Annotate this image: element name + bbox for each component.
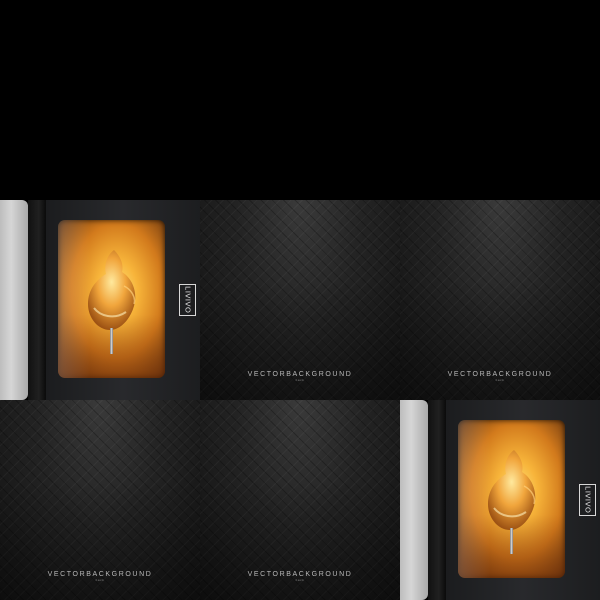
watermark: VECTORBACKGROUND back <box>200 571 400 582</box>
vector-background-tile: VECTORBACKGROUND back <box>200 400 400 600</box>
watermark-subtext: back <box>495 378 505 382</box>
vector-background-tile: VECTORBACKGROUND back <box>200 200 400 400</box>
rotisserie-chicken-icon <box>488 450 536 530</box>
oven-steel-panel <box>0 200 28 400</box>
oven-tile: LIVIVO <box>400 400 600 600</box>
rotisserie-spit <box>510 528 513 554</box>
watermark-subtext: back <box>295 378 305 382</box>
brand-logo: LIVIVO <box>179 284 196 316</box>
brand-logo: LIVIVO <box>579 484 596 516</box>
vector-background-tile: VECTORBACKGROUND back <box>0 400 200 600</box>
oven-door-gap <box>428 400 446 600</box>
watermark-subtext: back <box>95 578 105 582</box>
watermark: VECTORBACKGROUND back <box>0 571 200 582</box>
watermark-text: VECTORBACKGROUND <box>447 371 553 378</box>
watermark: VECTORBACKGROUND back <box>400 371 600 382</box>
oven-tile: LIVIVO <box>0 200 200 400</box>
rotisserie-spit <box>110 328 113 354</box>
watermark-text: VECTORBACKGROUND <box>247 371 353 378</box>
vector-background-tile: VECTORBACKGROUND back <box>400 200 600 400</box>
watermark: VECTORBACKGROUND back <box>200 371 400 382</box>
oven-door-gap <box>28 200 46 400</box>
brand-logo-text: LIVIVO <box>583 486 593 514</box>
oven-window-icon <box>58 220 165 378</box>
brand-logo-text: LIVIVO <box>183 286 193 314</box>
image-grid: LIVIVO VECTORBACKGROUND back VECTORBACKG… <box>0 200 600 600</box>
watermark-text: VECTORBACKGROUND <box>47 571 153 578</box>
oven-window-icon <box>458 420 565 578</box>
watermark-text: VECTORBACKGROUND <box>247 571 353 578</box>
rotisserie-chicken-icon <box>88 250 136 330</box>
watermark-subtext: back <box>295 578 305 582</box>
oven-steel-panel <box>400 400 428 600</box>
